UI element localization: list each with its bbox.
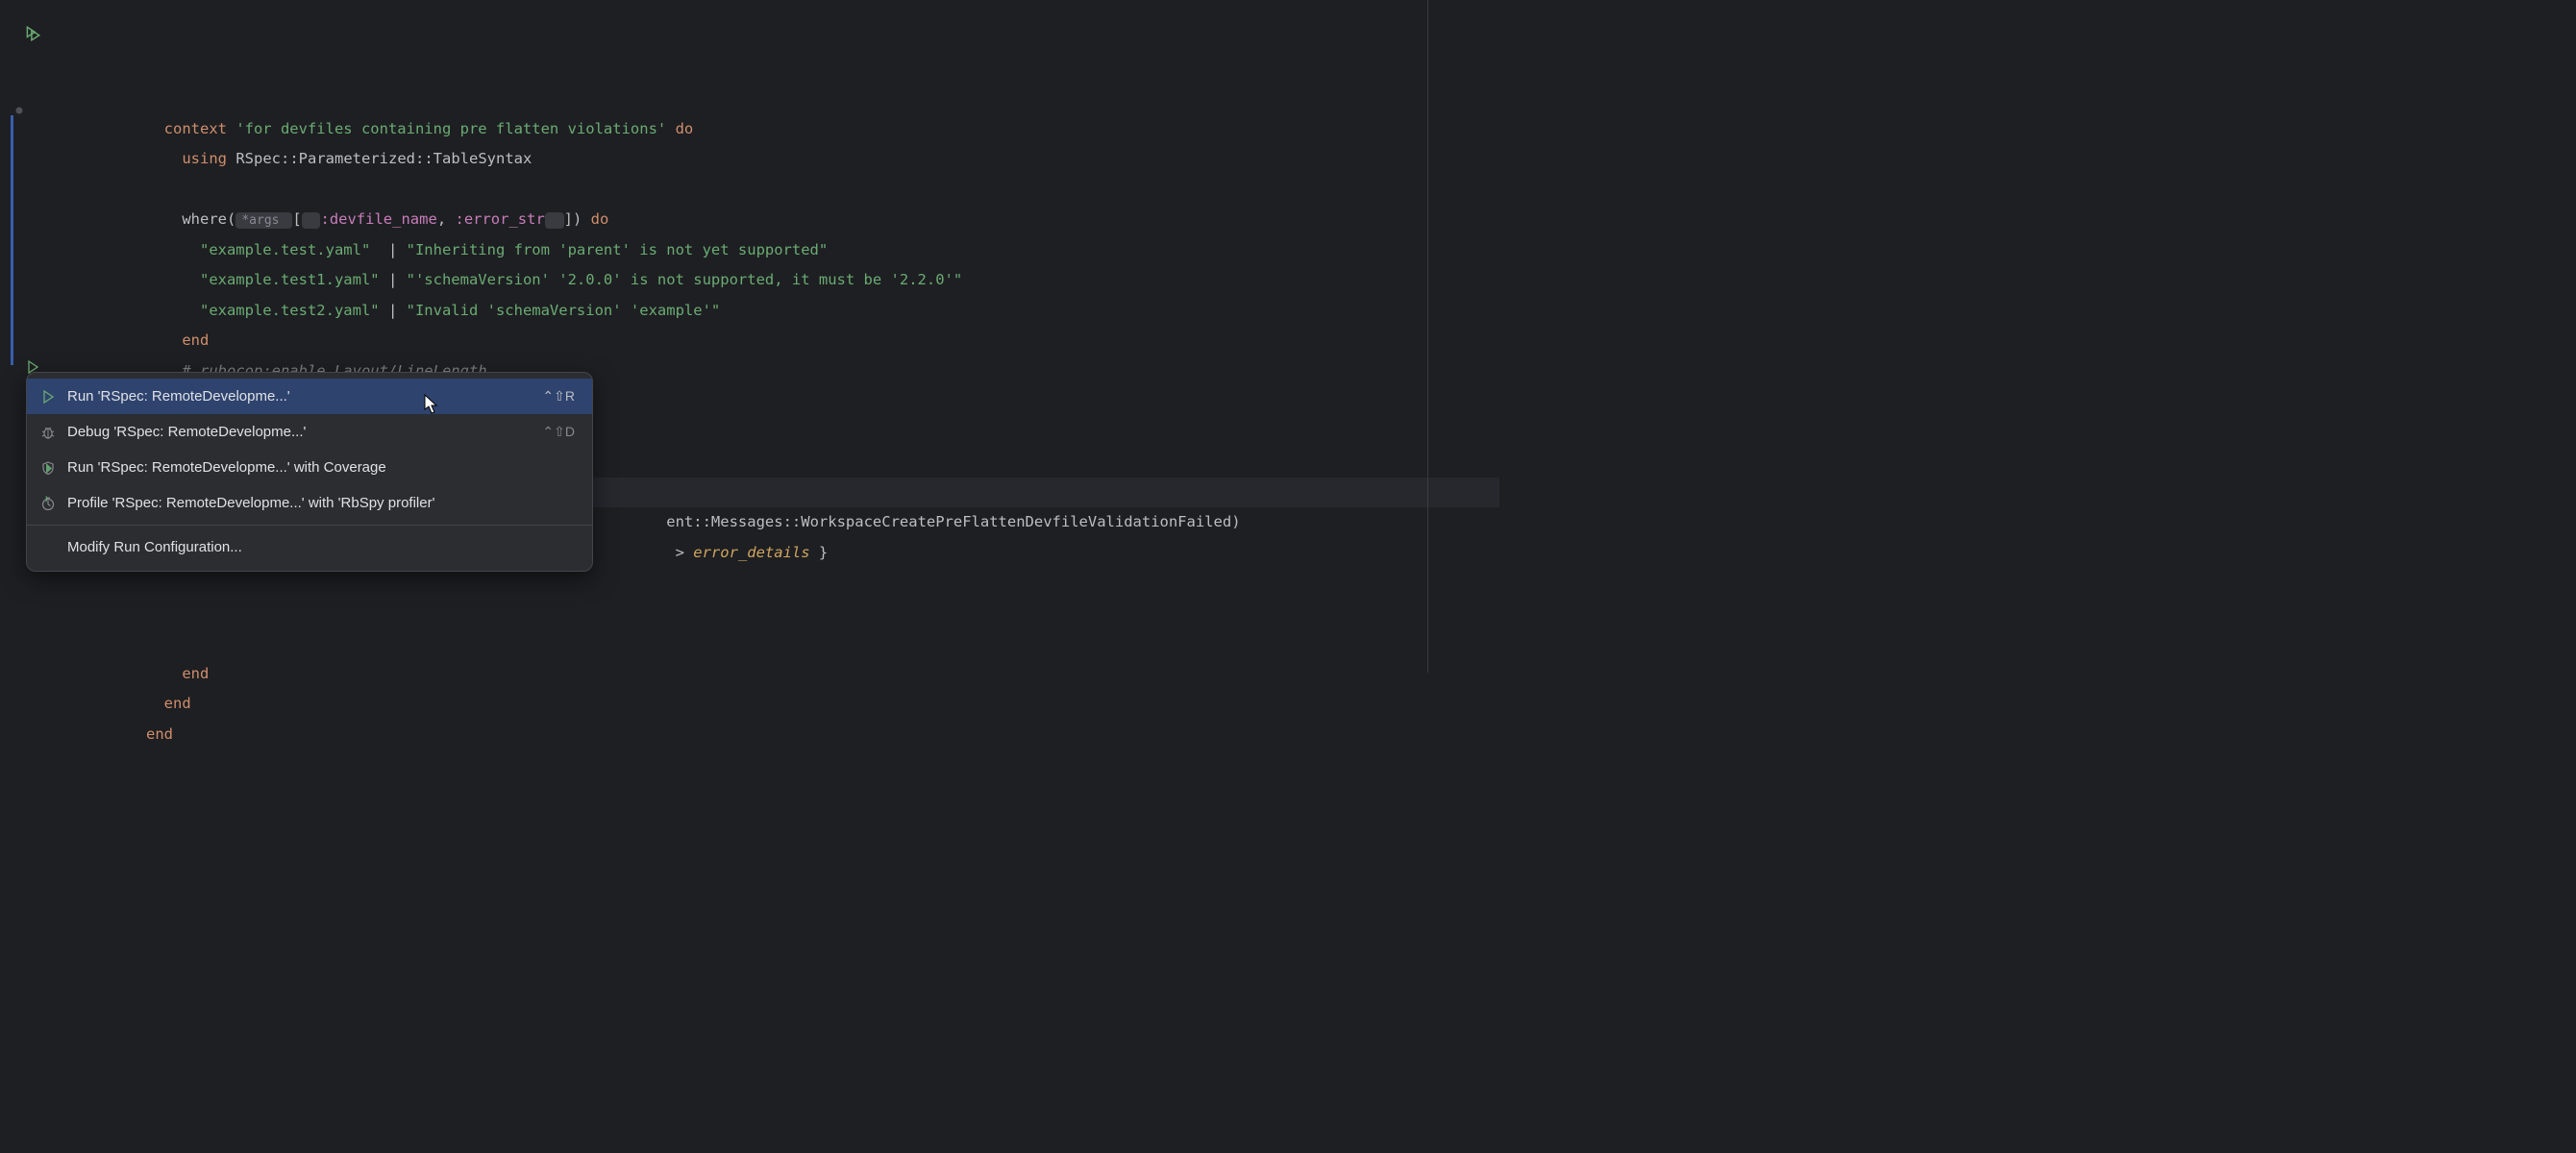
code-token: end [182, 331, 209, 349]
menu-item-label: Profile 'RSpec: RemoteDevelopme...' with… [67, 495, 575, 511]
bug-icon [40, 425, 67, 440]
code-token: do [591, 210, 609, 228]
code-token: | [370, 241, 406, 258]
code-token: Messages [711, 513, 783, 530]
code-token: , [437, 210, 456, 228]
menu-separator [27, 525, 592, 526]
code-token: ent [666, 513, 693, 530]
code-token: "example.test.yaml" [200, 241, 370, 258]
menu-item[interactable]: Debug 'RSpec: RemoteDevelopme...'⌃⇧D [27, 414, 592, 450]
code-line[interactable]: "example.test.yaml" | "Inheriting from '… [69, 235, 1499, 266]
code-line[interactable]: using RSpec::Parameterized::TableSyntax [69, 144, 1499, 175]
code-token: end [182, 665, 209, 682]
code-token: | [380, 271, 407, 288]
code-token: :: [783, 513, 802, 530]
right-margin-guide [1427, 0, 1428, 673]
menu-item-shortcut: ⌃⇧D [542, 424, 575, 440]
code-token: "'schemaVersion' '2.0.0' is not supporte… [407, 271, 963, 288]
editor: context 'for devfiles containing pre fla… [0, 0, 1499, 673]
code-token: context [164, 120, 236, 137]
code-area[interactable]: context 'for devfiles containing pre fla… [69, 0, 1499, 673]
code-token: :: [281, 150, 299, 167]
code-token: using [182, 150, 235, 167]
code-token: ( [227, 210, 235, 228]
code-line[interactable]: end [69, 659, 1499, 690]
code-token: > [676, 544, 694, 561]
menu-item-label: Modify Run Configuration... [67, 539, 575, 555]
code-token: "Invalid 'schemaVersion' 'example'" [407, 302, 721, 319]
code-token: ) [1231, 513, 1240, 530]
menu-item[interactable]: Run 'RSpec: RemoteDevelopme...' with Cov… [27, 450, 592, 485]
menu-item-label: Debug 'RSpec: RemoteDevelopme...' [67, 424, 542, 440]
code-token: "Inheriting from 'parent' is not yet sup… [407, 241, 829, 258]
code-line[interactable] [69, 175, 1499, 206]
menu-item-label: Run 'RSpec: RemoteDevelopme...' [67, 388, 542, 405]
inlay-hint [545, 212, 564, 229]
coverage-icon [40, 460, 67, 476]
code-token: :error_str [455, 210, 544, 228]
code-line[interactable]: end [69, 326, 1499, 356]
menu-item[interactable]: Modify Run Configuration... [27, 529, 592, 565]
code-line[interactable] [69, 568, 1499, 599]
inlay-hint: *args [235, 212, 292, 229]
code-line[interactable]: end [69, 720, 1499, 750]
code-line[interactable] [69, 628, 1499, 659]
code-token: do [666, 120, 693, 137]
code-line[interactable]: "example.test2.yaml" | "Invalid 'schemaV… [69, 296, 1499, 327]
code-token: :: [693, 513, 711, 530]
code-token: :devfile_name [320, 210, 436, 228]
code-token: RSpec [235, 150, 281, 167]
menu-item[interactable]: Run 'RSpec: RemoteDevelopme...'⌃⇧R [27, 379, 592, 414]
code-token: ) [573, 210, 591, 228]
code-token: error_details [693, 544, 809, 561]
menu-item-shortcut: ⌃⇧R [542, 388, 575, 405]
vcs-modified-marker [11, 115, 13, 365]
code-token: 'for devfiles containing pre flatten vio… [235, 120, 666, 137]
code-token: "example.test1.yaml" [200, 271, 380, 288]
code-line[interactable]: "example.test1.yaml" | "'schemaVersion' … [69, 265, 1499, 296]
play-icon [40, 389, 67, 405]
code-token: ] [564, 210, 573, 228]
menu-item-label: Run 'RSpec: RemoteDevelopme...' with Cov… [67, 459, 575, 476]
code-token: end [164, 695, 191, 712]
code-token: WorkspaceCreatePreFlattenDevfileValidati… [801, 513, 1231, 530]
code-line[interactable]: context 'for devfiles containing pre fla… [69, 114, 1499, 145]
code-token: [ [292, 210, 301, 228]
code-line[interactable]: end [69, 689, 1499, 720]
menu-item[interactable]: Profile 'RSpec: RemoteDevelopme...' with… [27, 485, 592, 521]
code-token: :: [415, 150, 433, 167]
code-line[interactable]: where(*args [ :devfile_name, :error_str … [69, 205, 1499, 235]
code-token: TableSyntax [433, 150, 533, 167]
run-all-icon[interactable] [23, 24, 42, 43]
code-line[interactable] [69, 599, 1499, 629]
gutter [0, 0, 69, 673]
profile-icon [40, 496, 67, 511]
code-token: } [810, 544, 829, 561]
inlay-hint [302, 212, 321, 229]
run-context-menu: Run 'RSpec: RemoteDevelopme...'⌃⇧RDebug … [26, 372, 593, 572]
code-token: | [380, 302, 407, 319]
code-token: Parameterized [299, 150, 415, 167]
code-token: where [182, 210, 227, 228]
code-token: end [146, 725, 173, 743]
code-token: "example.test2.yaml" [200, 302, 380, 319]
